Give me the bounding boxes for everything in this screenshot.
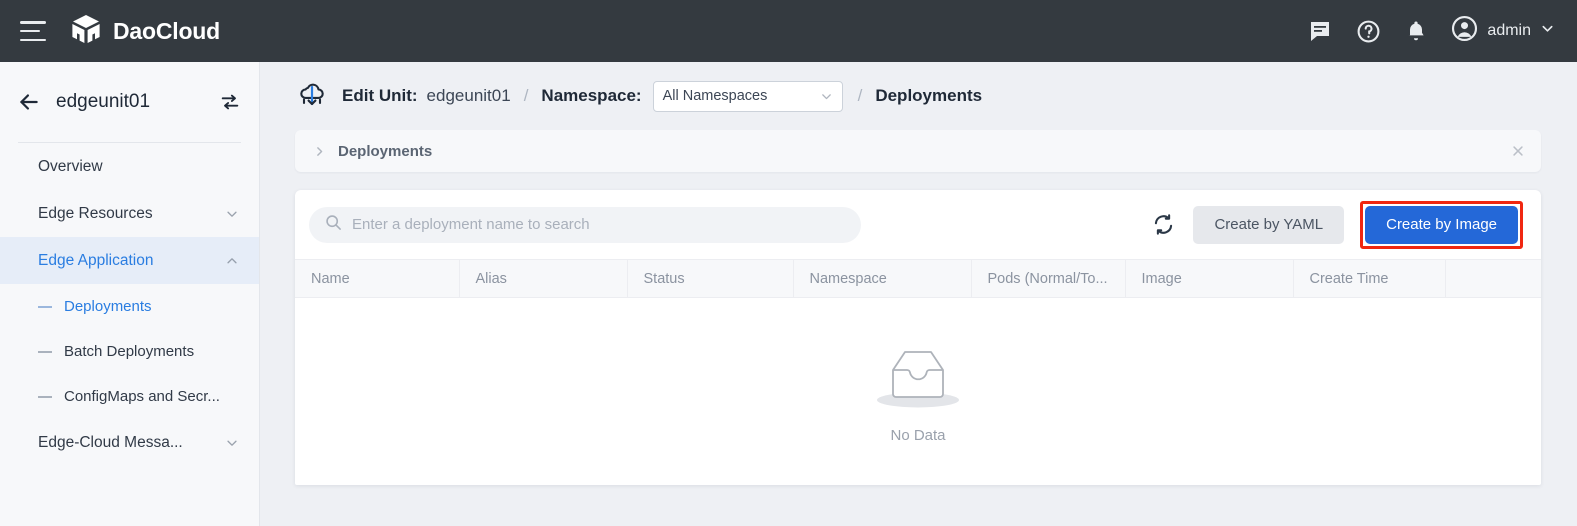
breadcrumb-separator-2: / xyxy=(858,86,863,106)
chevron-up-icon xyxy=(225,254,239,268)
daocloud-cube-logo-icon xyxy=(70,13,102,50)
toolbar-actions: Create by YAML Create by Image xyxy=(1151,201,1523,249)
search-input[interactable] xyxy=(352,216,845,233)
chevron-right-icon[interactable] xyxy=(313,145,326,158)
top-navigation-bar: DaoCloud xyxy=(0,0,1577,62)
edge-cloud-node-icon xyxy=(295,79,329,113)
sidebar-subitem-label: Batch Deployments xyxy=(64,343,194,360)
user-name-label: admin xyxy=(1487,22,1531,40)
search-icon xyxy=(325,214,342,236)
sidebar-item-label: Overview xyxy=(38,158,103,176)
banner-label: Deployments xyxy=(338,143,432,160)
dash-icon xyxy=(38,351,52,353)
column-header-status[interactable]: Status xyxy=(627,260,793,298)
namespace-label: Namespace: xyxy=(541,86,641,106)
sidebar-item-label: Edge Resources xyxy=(38,205,153,223)
dash-icon xyxy=(38,306,52,308)
empty-state-label: No Data xyxy=(890,427,945,444)
chat-icon[interactable] xyxy=(1307,18,1333,44)
chevron-down-icon xyxy=(225,207,239,221)
brand-name: DaoCloud xyxy=(113,18,220,45)
swap-icon[interactable] xyxy=(219,91,241,113)
breadcrumb-current-page: Deployments xyxy=(875,86,982,106)
empty-state: No Data xyxy=(295,298,1541,485)
chevron-down-icon xyxy=(225,436,239,450)
column-header-namespace[interactable]: Namespace xyxy=(793,260,971,298)
namespace-select[interactable]: All Namespaces xyxy=(653,81,843,112)
deployments-card: Create by YAML Create by Image Name Alia… xyxy=(295,190,1541,485)
breadcrumb: Edit Unit: edgeunit01 / Namespace: All N… xyxy=(261,62,1577,130)
deployments-banner: Deployments xyxy=(295,130,1541,172)
column-header-create-time[interactable]: Create Time xyxy=(1293,260,1445,298)
column-header-actions xyxy=(1445,260,1541,298)
user-menu[interactable]: admin xyxy=(1451,15,1555,47)
sidebar-item-label: Edge-Cloud Messa... xyxy=(38,434,183,452)
close-icon[interactable] xyxy=(1511,144,1525,158)
chevron-down-icon[interactable] xyxy=(1540,21,1555,41)
create-by-image-highlight-box: Create by Image xyxy=(1360,201,1523,249)
refresh-icon[interactable] xyxy=(1151,212,1177,238)
sidebar-item-configmaps-and-secrets[interactable]: ConfigMaps and Secr... xyxy=(0,374,259,419)
namespace-select-value: All Namespaces xyxy=(663,88,768,104)
deployments-toolbar: Create by YAML Create by Image xyxy=(295,190,1541,259)
chevron-down-icon xyxy=(820,90,833,103)
arrow-left-icon[interactable] xyxy=(16,89,42,115)
column-header-name[interactable]: Name xyxy=(295,260,459,298)
hamburger-menu-icon[interactable] xyxy=(20,21,46,41)
column-header-pods[interactable]: Pods (Normal/To... xyxy=(971,260,1125,298)
sidebar-item-label: Edge Application xyxy=(38,252,153,270)
column-header-alias[interactable]: Alias xyxy=(459,260,627,298)
sidebar-header: edgeunit01 xyxy=(0,62,259,142)
avatar xyxy=(1451,15,1478,47)
table-header-row: Name Alias Status Namespace Pods (Normal… xyxy=(295,260,1541,298)
sidebar-item-edge-cloud-messaging[interactable]: Edge-Cloud Messa... xyxy=(0,419,259,466)
search-box[interactable] xyxy=(309,207,861,243)
sidebar-item-overview[interactable]: Overview xyxy=(0,143,259,190)
breadcrumb-separator: / xyxy=(524,86,529,106)
column-header-image[interactable]: Image xyxy=(1125,260,1293,298)
main-content: Edit Unit: edgeunit01 / Namespace: All N… xyxy=(261,62,1577,526)
edit-unit-label: Edit Unit: xyxy=(342,86,418,106)
create-by-image-button[interactable]: Create by Image xyxy=(1365,206,1518,244)
deployments-table: Name Alias Status Namespace Pods (Normal… xyxy=(295,259,1541,298)
create-by-yaml-button[interactable]: Create by YAML xyxy=(1193,206,1344,244)
empty-inbox-icon xyxy=(873,340,963,419)
sidebar-item-edge-application[interactable]: Edge Application xyxy=(0,237,259,284)
sidebar-unit-title: edgeunit01 xyxy=(56,91,150,113)
bell-icon[interactable] xyxy=(1403,18,1429,44)
topbar-actions: admin xyxy=(1307,15,1577,47)
dash-icon xyxy=(38,396,52,398)
sidebar-item-edge-resources[interactable]: Edge Resources xyxy=(0,190,259,237)
sidebar-item-batch-deployments[interactable]: Batch Deployments xyxy=(0,329,259,374)
sidebar: edgeunit01 Overview Edge Resources Edge … xyxy=(0,62,260,526)
unit-name: edgeunit01 xyxy=(427,86,511,106)
help-icon[interactable] xyxy=(1355,18,1381,44)
brand-logo[interactable]: DaoCloud xyxy=(70,13,220,50)
sidebar-item-deployments[interactable]: Deployments xyxy=(0,284,259,329)
sidebar-subitem-label: Deployments xyxy=(64,298,152,315)
sidebar-subitem-label: ConfigMaps and Secr... xyxy=(64,388,220,405)
